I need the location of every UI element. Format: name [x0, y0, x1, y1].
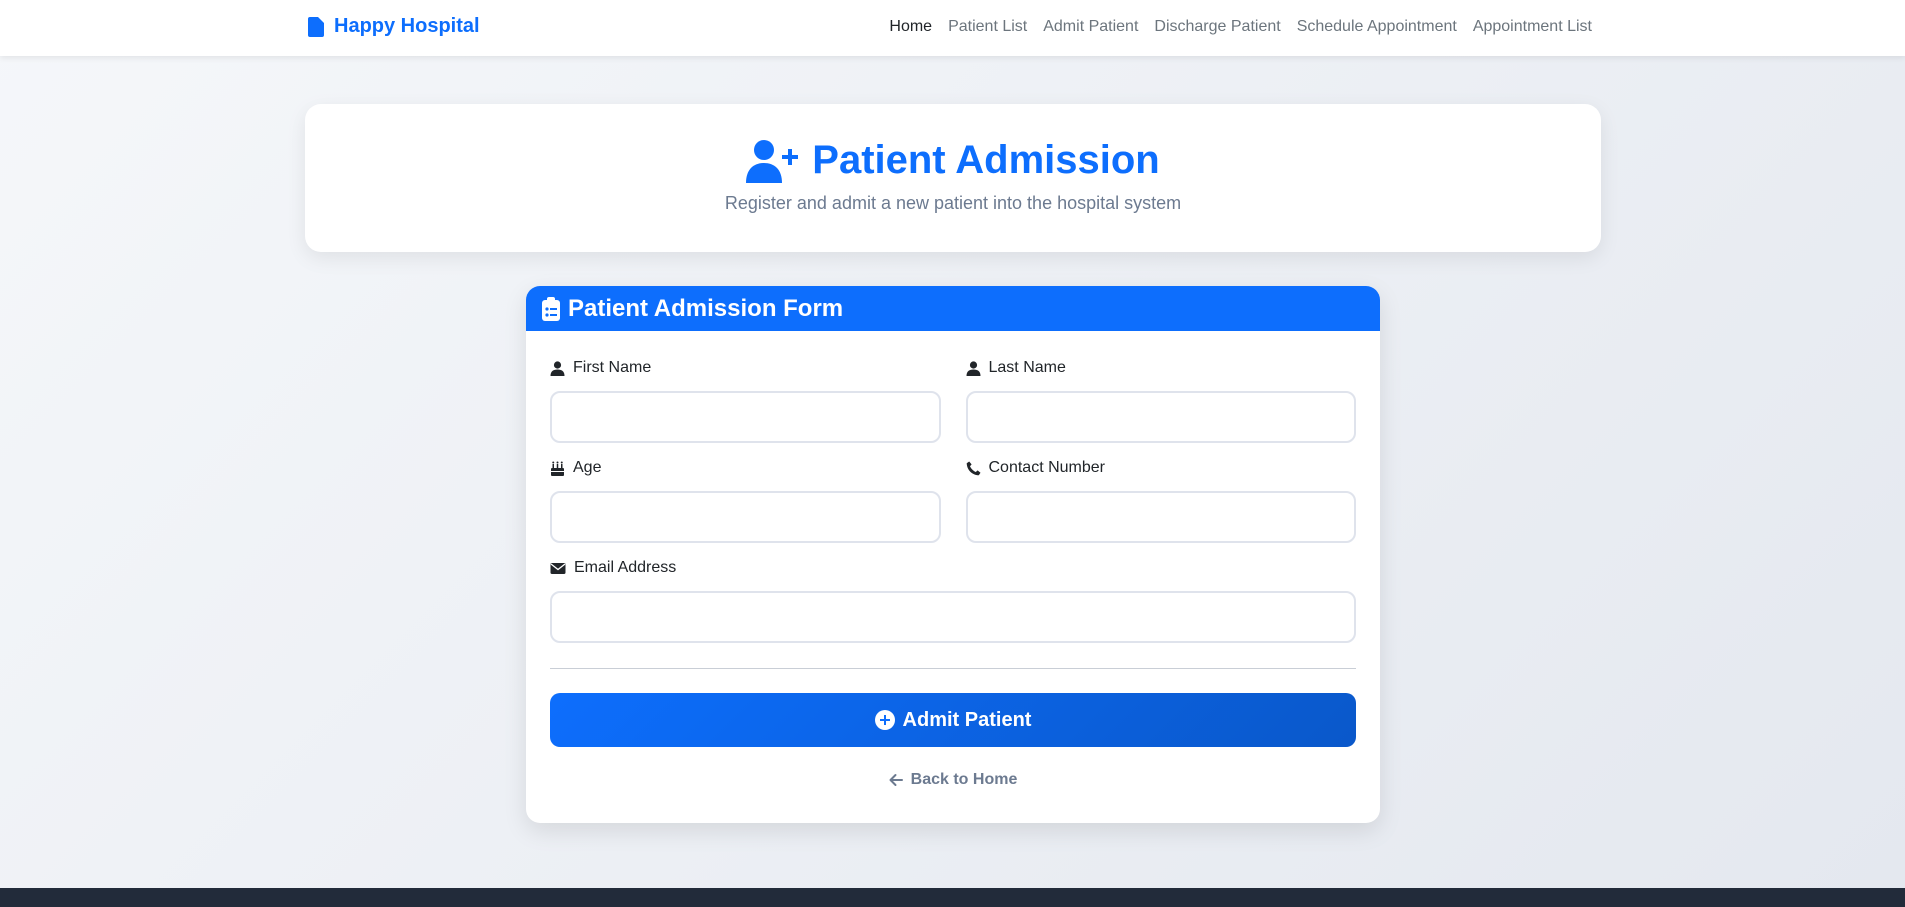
- page-title-row: Patient Admission: [305, 138, 1601, 183]
- nav-appointment-list[interactable]: Appointment List: [1473, 18, 1592, 36]
- first-name-input[interactable]: [550, 391, 941, 443]
- last-name-label: Last Name: [966, 357, 1357, 379]
- brand-link[interactable]: Happy Hospital: [308, 15, 480, 38]
- nav-schedule-appointment[interactable]: Schedule Appointment: [1297, 18, 1457, 36]
- phone-icon: [966, 461, 980, 475]
- email-label: Email Address: [550, 557, 1356, 579]
- hospital-icon: [308, 16, 324, 37]
- envelope-icon: [550, 562, 566, 574]
- top-navbar: Happy Hospital Home Patient List Admit P…: [0, 0, 1905, 56]
- nav-links: Home Patient List Admit Patient Discharg…: [889, 18, 1592, 36]
- contact-label: Contact Number: [966, 457, 1357, 479]
- admission-form-card: Patient Admission Form First Name Last N…: [526, 286, 1380, 823]
- nav-patient-list[interactable]: Patient List: [948, 18, 1027, 36]
- plus-circle-icon: [874, 710, 895, 730]
- nav-home[interactable]: Home: [889, 18, 932, 36]
- email-input[interactable]: [550, 591, 1356, 643]
- form-body: First Name Last Name Age Contact Number …: [526, 357, 1380, 789]
- page-footer: [0, 888, 1905, 907]
- birthday-cake-icon: [551, 461, 564, 476]
- age-group: Age: [550, 457, 941, 543]
- name-row: First Name Last Name: [550, 357, 1356, 443]
- first-name-label: First Name: [550, 357, 941, 379]
- back-to-home-link[interactable]: Back to Home: [550, 771, 1356, 789]
- user-icon: [966, 360, 980, 376]
- form-header: Patient Admission Form: [526, 286, 1380, 331]
- form-divider: [550, 668, 1356, 669]
- first-name-group: First Name: [550, 357, 941, 443]
- clipboard-list-icon: [542, 296, 560, 321]
- page-header-card: Patient Admission Register and admit a n…: [305, 104, 1601, 252]
- page-title: Patient Admission: [812, 138, 1160, 182]
- user-icon: [550, 360, 565, 376]
- admit-patient-button[interactable]: Admit Patient: [550, 693, 1356, 747]
- contact-group: Contact Number: [965, 457, 1357, 543]
- age-contact-row: Age Contact Number: [550, 457, 1356, 543]
- arrow-left-icon: [889, 774, 903, 786]
- admit-patient-label: Admit Patient: [902, 708, 1032, 731]
- age-input[interactable]: [550, 491, 941, 543]
- email-group: Email Address: [550, 557, 1356, 643]
- nav-admit-patient[interactable]: Admit Patient: [1043, 18, 1138, 36]
- age-label: Age: [550, 457, 941, 479]
- last-name-input[interactable]: [965, 391, 1356, 443]
- user-plus-icon: [746, 139, 799, 183]
- page-subtitle: Register and admit a new patient into th…: [724, 193, 1182, 213]
- nav-discharge-patient[interactable]: Discharge Patient: [1154, 18, 1280, 36]
- form-title: Patient Admission Form: [568, 294, 844, 322]
- email-row: Email Address: [550, 557, 1356, 643]
- back-to-home-label: Back to Home: [910, 771, 1018, 788]
- brand-name: Happy Hospital: [334, 15, 480, 37]
- contact-number-input[interactable]: [965, 491, 1356, 543]
- last-name-group: Last Name: [965, 357, 1357, 443]
